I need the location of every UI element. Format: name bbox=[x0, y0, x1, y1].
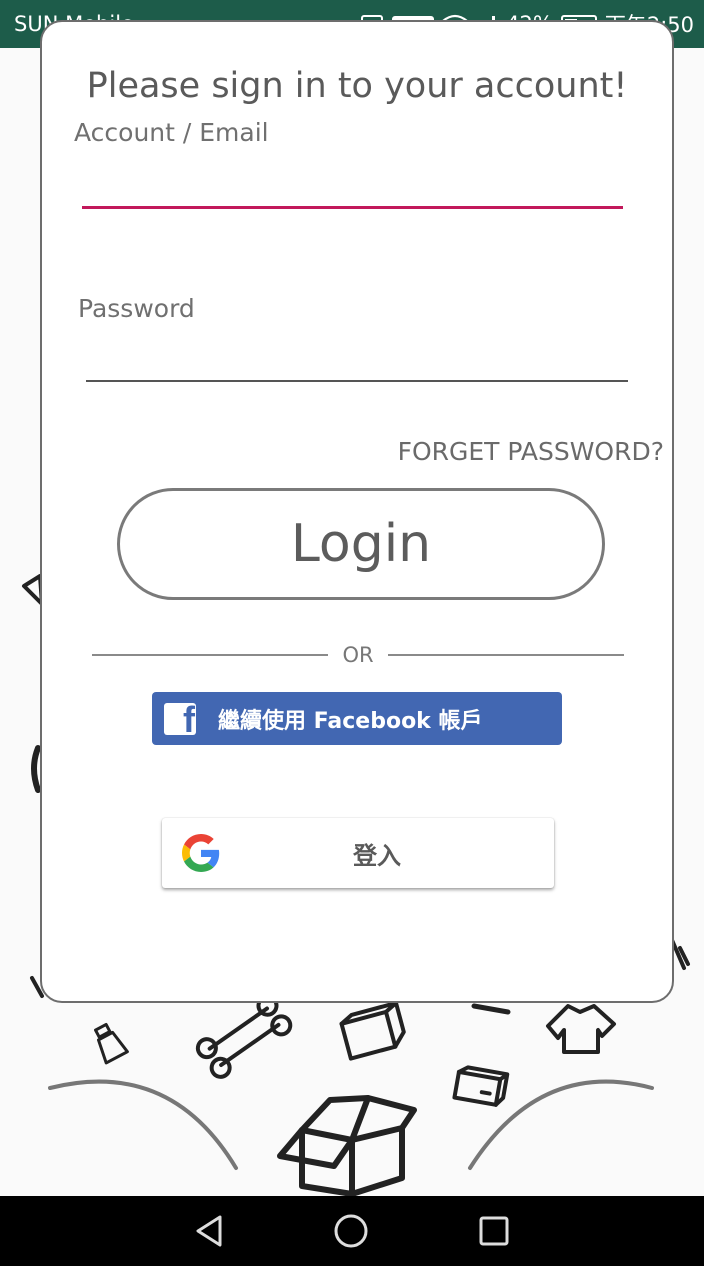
small-box-doodle-icon bbox=[339, 1000, 406, 1061]
arc-left bbox=[48, 1079, 238, 1170]
back-icon[interactable] bbox=[194, 1214, 224, 1248]
facebook-icon: f bbox=[164, 702, 196, 735]
email-label: Account / Email bbox=[74, 118, 269, 147]
or-divider: OR bbox=[92, 640, 624, 670]
password-label: Password bbox=[78, 294, 195, 323]
divider-line-right bbox=[387, 654, 624, 656]
password-underline bbox=[86, 380, 628, 382]
forgot-password-link[interactable]: FORGET PASSWORD? bbox=[398, 437, 664, 466]
email-underline bbox=[82, 206, 623, 209]
navigation-bar bbox=[0, 1196, 704, 1266]
google-icon bbox=[182, 834, 220, 872]
page-title: Please sign in to your account! bbox=[86, 66, 628, 106]
home-icon[interactable] bbox=[333, 1213, 369, 1249]
google-login-button[interactable]: 登入 bbox=[162, 818, 554, 888]
recents-icon[interactable] bbox=[478, 1215, 510, 1247]
bone-doodle-icon bbox=[195, 994, 293, 1079]
shirt-doodle-icon bbox=[546, 1004, 616, 1054]
facebook-login-button[interactable]: f 繼續使用 Facebook 帳戶 bbox=[152, 692, 562, 745]
google-button-label: 登入 bbox=[353, 841, 401, 870]
email-field[interactable] bbox=[82, 172, 622, 208]
open-box-doodle-icon bbox=[277, 1095, 417, 1196]
or-text: OR bbox=[342, 643, 374, 667]
facebook-button-label: 繼續使用 Facebook 帳戶 bbox=[218, 708, 483, 734]
login-card: Please sign in to your account! Account … bbox=[40, 20, 674, 1003]
password-field[interactable] bbox=[86, 346, 628, 380]
bottle-doodle-icon bbox=[94, 1022, 129, 1065]
package-doodle-icon bbox=[452, 1065, 510, 1107]
divider-line-left bbox=[92, 654, 329, 656]
login-button[interactable]: Login bbox=[117, 488, 605, 600]
